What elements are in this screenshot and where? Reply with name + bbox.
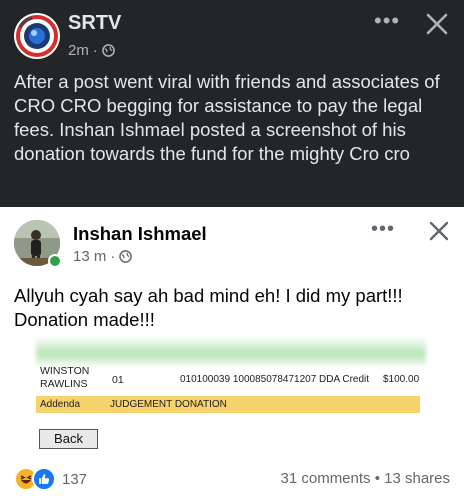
transaction-amount: $100.00	[383, 374, 420, 385]
shared-post-header: SRTV 2m · ••• After a post went viral wi…	[0, 0, 464, 207]
srtv-logo-icon	[15, 14, 59, 58]
post-meta: 2m ·	[68, 42, 115, 59]
addenda-row: Addenda JUDGEMENT DONATION	[36, 396, 420, 413]
addenda-label: Addenda	[40, 399, 81, 410]
embedded-post: Inshan Ishmael 13 m · ••• Allyuh cyah sa…	[0, 207, 464, 500]
globe-icon	[102, 44, 115, 57]
online-status-dot	[48, 254, 62, 268]
globe-icon	[119, 250, 133, 263]
transaction-code: 01	[112, 374, 124, 386]
reaction-count: 137	[62, 470, 88, 488]
back-button[interactable]: Back	[39, 429, 98, 449]
close-icon[interactable]	[428, 220, 450, 242]
post-text: After a post went viral with friends and…	[14, 71, 440, 164]
reactions-summary[interactable]: 137	[14, 467, 87, 491]
post-time[interactable]: 13 m	[73, 248, 106, 265]
post-text: Allyuh cyah say ah bad mind eh! I did my…	[14, 285, 403, 330]
srtv-avatar[interactable]	[14, 13, 60, 59]
transaction-row: WINSTON RAWLINS 01 010100039 10008507847…	[38, 365, 424, 395]
meta-separator: ·	[110, 248, 116, 265]
post-meta: 13 m ·	[73, 248, 133, 265]
author-name[interactable]: SRTV	[68, 12, 121, 35]
more-options-icon[interactable]: •••	[371, 219, 395, 239]
meta-separator: ·	[92, 42, 98, 59]
addenda-value: JUDGEMENT DONATION	[110, 399, 227, 410]
account-reference: 010100039 100085078471207 DDA Credit	[180, 374, 370, 385]
close-icon[interactable]	[425, 12, 449, 36]
author-name[interactable]: Inshan Ishmael	[73, 223, 207, 245]
like-reaction-icon	[32, 467, 56, 491]
post-time[interactable]: 2m	[68, 42, 89, 59]
comments-shares-count[interactable]: 31 comments • 13 shares	[281, 470, 451, 487]
blurred-header-band	[36, 337, 426, 367]
more-options-icon[interactable]: •••	[374, 10, 400, 32]
payee-name: WINSTON RAWLINS	[40, 365, 90, 390]
